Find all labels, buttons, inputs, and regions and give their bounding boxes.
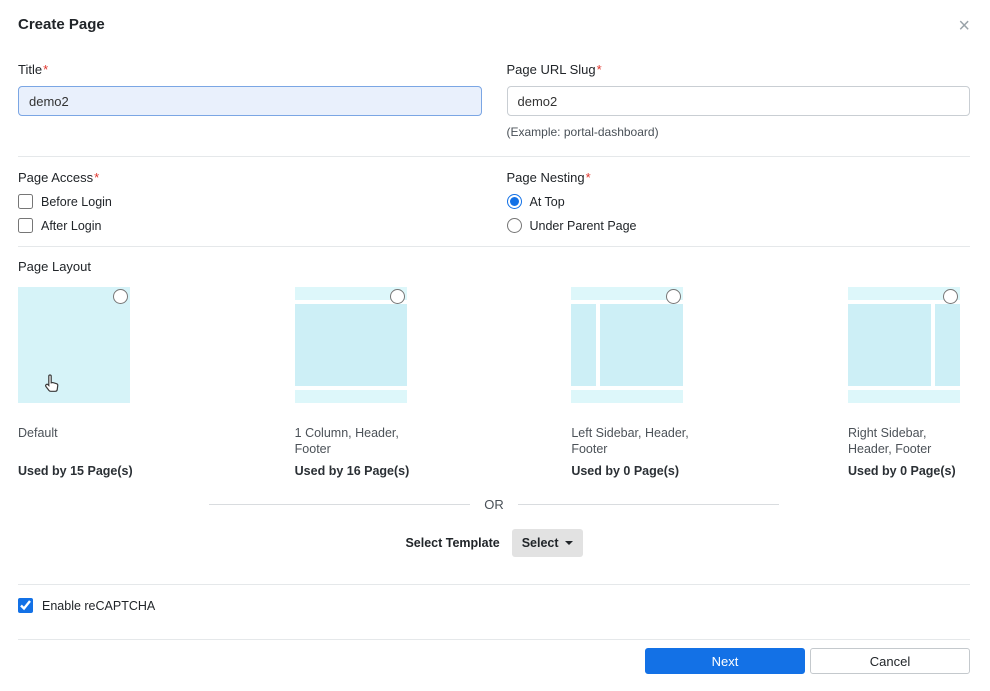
before-login-option: Before Login bbox=[18, 194, 482, 209]
under-parent-radio[interactable] bbox=[506, 218, 522, 233]
layout-radio-right-sidebar[interactable] bbox=[942, 289, 958, 304]
thumb-full-block bbox=[18, 287, 130, 403]
layout-usage: Used by 0 Page(s) bbox=[571, 464, 679, 478]
at-top-option: At Top bbox=[506, 194, 971, 209]
layout-thumbnail-default[interactable] bbox=[18, 287, 130, 403]
recaptcha-label[interactable]: Enable reCAPTCHA bbox=[42, 599, 155, 613]
after-login-option: After Login bbox=[18, 218, 482, 233]
page-nesting-label: Page Nesting* bbox=[507, 170, 971, 185]
after-login-label[interactable]: After Login bbox=[41, 219, 101, 233]
thumb-body bbox=[294, 304, 407, 386]
layout-card-right-sidebar[interactable]: Right Sidebar, Header, Footer Used by 0 … bbox=[847, 287, 970, 478]
thumb-footer-bar bbox=[294, 390, 407, 403]
slug-hint: (Example: portal-dashboard) bbox=[506, 125, 659, 139]
divider-line bbox=[209, 504, 471, 505]
layout-name: 1 Column, Header, Footer bbox=[294, 426, 399, 456]
required-asterisk: * bbox=[596, 62, 602, 77]
thumb-footer-bar bbox=[847, 390, 960, 403]
next-button[interactable]: Next bbox=[645, 648, 805, 674]
or-text: OR bbox=[484, 497, 504, 512]
access-nesting-row: Page Access* Before Login After Login Pa… bbox=[18, 170, 970, 233]
select-template-dropdown-label: Select bbox=[521, 536, 559, 550]
page-access-label: Page Access* bbox=[18, 170, 482, 185]
divider-line bbox=[517, 504, 779, 505]
or-divider: OR bbox=[209, 497, 779, 512]
layout-card-default[interactable]: Default Used by 15 Page(s) bbox=[18, 287, 140, 478]
slug-field-group: Page URL Slug* (Example: portal-dashboar… bbox=[506, 62, 971, 139]
recaptcha-row: Enable reCAPTCHA bbox=[18, 598, 970, 613]
page-layout-label: Page Layout bbox=[18, 259, 92, 274]
recaptcha-checkbox[interactable] bbox=[18, 598, 33, 613]
caret-down-icon bbox=[564, 541, 573, 545]
required-asterisk: * bbox=[585, 170, 591, 185]
layout-thumbnail-right-sidebar[interactable] bbox=[847, 287, 960, 403]
at-top-label[interactable]: At Top bbox=[530, 195, 565, 209]
thumb-body bbox=[847, 304, 960, 386]
under-parent-label[interactable]: Under Parent Page bbox=[530, 219, 637, 233]
layout-name: Default bbox=[18, 426, 58, 440]
create-page-modal: Create Page × Title* Page URL Slug* (Exa… bbox=[0, 0, 990, 674]
thumb-body bbox=[571, 304, 684, 386]
title-label: Title* bbox=[18, 62, 482, 77]
divider bbox=[18, 639, 970, 640]
required-asterisk: * bbox=[43, 62, 49, 77]
thumb-main-block bbox=[294, 304, 407, 386]
title-slug-row: Title* Page URL Slug* (Example: portal-d… bbox=[18, 62, 970, 139]
thumb-footer-bar bbox=[571, 390, 684, 403]
thumb-left-sidebar-block bbox=[571, 304, 597, 386]
slug-label: Page URL Slug* bbox=[507, 62, 971, 77]
required-asterisk: * bbox=[94, 170, 100, 185]
divider bbox=[18, 156, 970, 157]
layout-radio-default[interactable] bbox=[113, 289, 128, 304]
select-template-row: Select Template Select bbox=[18, 529, 970, 557]
layout-name: Left Sidebar, Header, Footer bbox=[571, 426, 689, 456]
before-login-checkbox[interactable] bbox=[18, 194, 33, 209]
page-nesting-label-text: Page Nesting bbox=[506, 170, 585, 185]
title-label-text: Title bbox=[18, 62, 43, 77]
modal-footer: Next Cancel bbox=[18, 648, 970, 674]
layout-radio-one-column[interactable] bbox=[389, 289, 405, 304]
layout-radio-left-sidebar[interactable] bbox=[666, 289, 682, 304]
before-login-label[interactable]: Before Login bbox=[41, 195, 112, 209]
cursor-hand-icon bbox=[45, 374, 59, 392]
slug-label-text: Page URL Slug bbox=[506, 62, 596, 77]
slug-input[interactable] bbox=[506, 86, 970, 116]
layout-usage: Used by 0 Page(s) bbox=[847, 464, 956, 478]
after-login-checkbox[interactable] bbox=[18, 218, 33, 233]
layout-cards: Default Used by 15 Page(s) 1 Column, Hea… bbox=[18, 287, 970, 478]
divider bbox=[18, 584, 970, 585]
modal-header: Create Page × bbox=[18, 16, 970, 36]
divider bbox=[18, 246, 970, 247]
select-template-label: Select Template bbox=[405, 536, 500, 550]
thumb-right-sidebar-block bbox=[934, 304, 960, 386]
layout-card-left-sidebar[interactable]: Left Sidebar, Header, Footer Used by 0 P… bbox=[571, 287, 693, 478]
page-access-group: Page Access* Before Login After Login bbox=[18, 170, 482, 233]
layout-usage: Used by 15 Page(s) bbox=[18, 464, 133, 478]
under-parent-option: Under Parent Page bbox=[506, 218, 971, 233]
layout-name: Right Sidebar, Header, Footer bbox=[847, 426, 932, 456]
close-icon[interactable]: × bbox=[958, 16, 970, 36]
layout-card-one-column[interactable]: 1 Column, Header, Footer Used by 16 Page… bbox=[294, 287, 417, 478]
at-top-radio[interactable] bbox=[506, 194, 522, 209]
page-access-label-text: Page Access bbox=[18, 170, 94, 185]
page-title: Create Page bbox=[18, 16, 105, 33]
thumb-main-block bbox=[847, 304, 931, 386]
select-template-dropdown[interactable]: Select bbox=[511, 529, 583, 557]
layout-thumbnail-one-column[interactable] bbox=[294, 287, 407, 403]
title-input[interactable] bbox=[18, 86, 482, 116]
thumb-main-block bbox=[600, 304, 684, 386]
cancel-button[interactable]: Cancel bbox=[810, 648, 970, 674]
title-field-group: Title* bbox=[18, 62, 482, 139]
layout-thumbnail-left-sidebar[interactable] bbox=[571, 287, 684, 403]
page-nesting-group: Page Nesting* At Top Under Parent Page bbox=[506, 170, 971, 233]
layout-usage: Used by 16 Page(s) bbox=[294, 464, 410, 478]
